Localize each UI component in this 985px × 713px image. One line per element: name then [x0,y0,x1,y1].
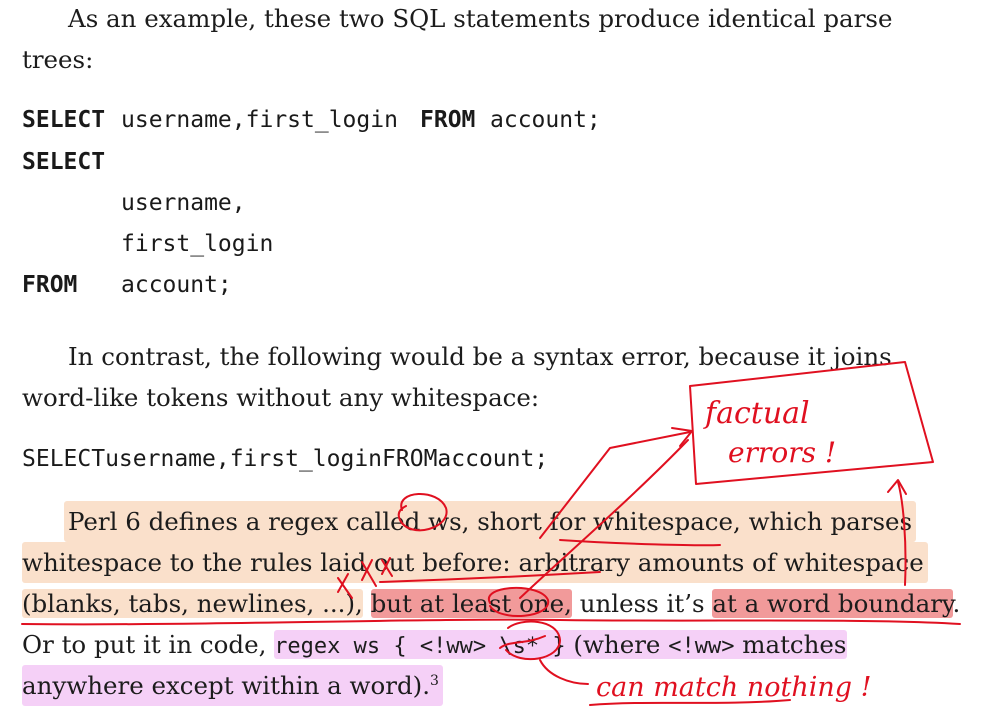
circle-ws-mark [397,493,448,532]
underline-mark [379,571,601,583]
arrow-line [897,481,907,586]
arrow-line [539,431,691,539]
strike-mark [499,635,546,649]
arrow-head [671,427,693,447]
note-can-match-nothing-text: can match nothing ! [596,672,871,703]
arrow-head [887,479,907,495]
underline-mark [21,618,961,626]
underline-mark [559,539,721,547]
crossout-mark [337,557,393,599]
note-factual-text: factual [703,396,810,431]
ink-annotations-layer: factual errors ! can match nothing ! [21,361,961,706]
arrow-line [539,659,589,685]
note-errors-text: errors ! [728,436,836,469]
circle-one-mark [487,586,550,617]
